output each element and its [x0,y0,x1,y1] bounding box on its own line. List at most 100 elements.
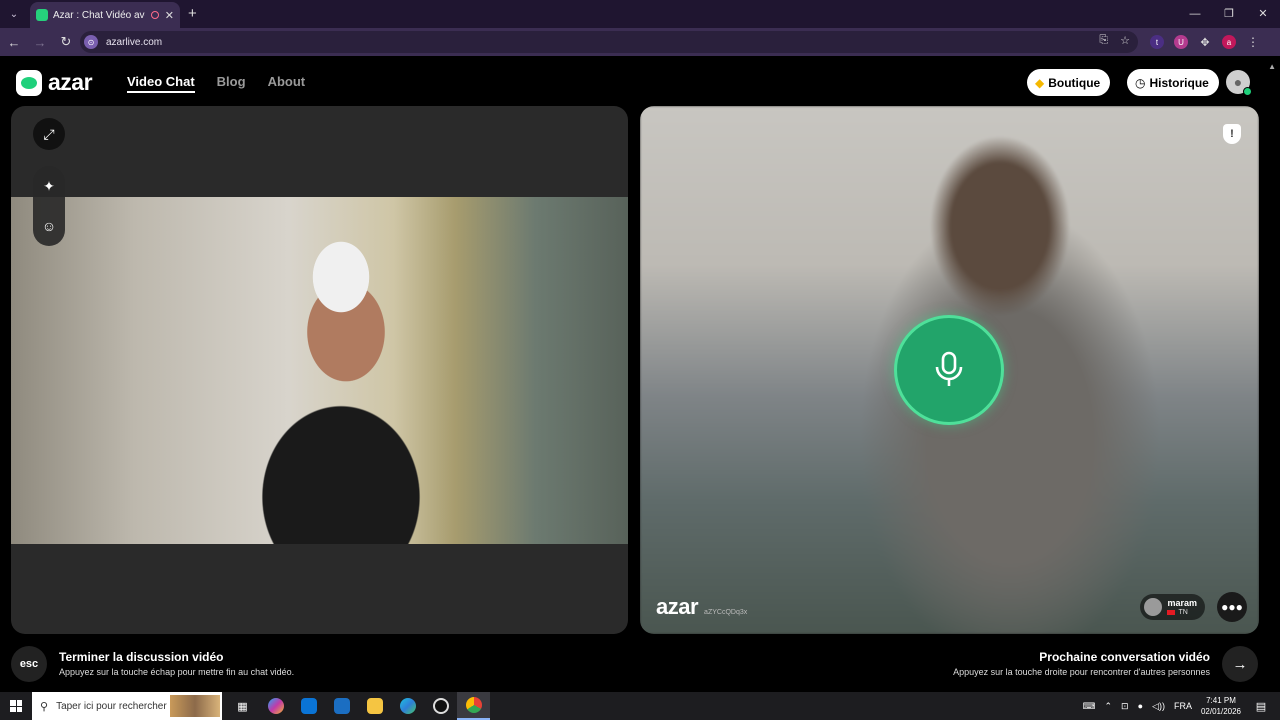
extension-u-icon[interactable]: U [1174,35,1188,49]
next-chat-title: Prochaine conversation vidéo [1039,650,1210,664]
next-chat-button[interactable]: → [1222,646,1258,682]
edge-icon [399,698,416,714]
recorder-icon [432,698,449,714]
nav-blog[interactable]: Blog [217,74,246,93]
peer-video-panel: ! azar aZYCcQDq3x maram TN ●●● [640,106,1259,634]
search-highlight-image [170,695,220,717]
sparkle-effects-icon[interactable]: ✦ [43,178,55,195]
end-chat-hint: Appuyez sur la touche échap pour mettre … [59,667,295,677]
watermark-id: aZYCcQDq3x [704,609,748,616]
taskbar-edge[interactable] [391,692,424,720]
end-chat-title: Terminer la discussion vidéo [59,650,224,664]
historique-button[interactable]: ◷ Historique [1127,69,1219,96]
taskbar-recorder[interactable] [424,692,457,720]
azar-favicon-icon [36,9,48,21]
search-placeholder: Taper ici pour rechercher [56,700,167,712]
azar-page: azar Video Chat Blog About ◆ Boutique ◷ … [0,56,1280,692]
online-status-dot [1243,87,1252,96]
chat-button[interactable]: ●●● [1217,592,1247,622]
peer-name: maram [1167,597,1197,608]
copilot-icon [267,698,284,714]
boutique-label: Boutique [1048,75,1101,90]
chat-bubble-icon: ●●● [1221,600,1243,614]
user-icon: ● [1233,74,1243,90]
tunisia-flag-icon [1167,609,1176,615]
face-filter-icon[interactable]: ☺ [42,218,56,234]
nav-about[interactable]: About [268,74,306,93]
windows-taskbar: ⚲ Taper ici pour rechercher ▦ ⌨ ⌃ ⊡ ● ◁)… [0,692,1280,720]
self-camera-feed [11,197,628,544]
chrome-icon [465,697,482,713]
mail-icon [333,698,350,714]
task-view-button[interactable]: ▦ [226,692,259,720]
address-bar[interactable]: ⊙ azarlive.com ⎘ ☆ [80,31,1138,53]
arrow-right-icon: → [1232,655,1248,673]
logo-text: azar [48,69,93,95]
microphone-tray-icon[interactable]: ● [1138,701,1143,711]
site-info-icon[interactable]: ⊙ [84,35,98,49]
taskbar-store[interactable] [292,692,325,720]
close-window-button[interactable]: ✕ [1246,0,1280,28]
taskbar-search[interactable]: ⚲ Taper ici pour rechercher [32,692,222,720]
start-button[interactable] [0,692,32,720]
browser-tab[interactable]: Azar : Chat Vidéo avec de n ✕ [30,2,180,28]
microphone-icon [935,351,963,386]
keyboard-layout-icon[interactable]: ⌨ [1083,701,1096,712]
clock-date: 02/01/2026 [1200,707,1241,716]
boutique-button[interactable]: ◆ Boutique [1027,69,1111,96]
gem-icon: ◆ [1035,75,1045,90]
volume-icon[interactable]: ◁)) [1152,701,1165,712]
self-video-panel: ⤢ ✦ ☺ [11,106,628,634]
new-tab-button[interactable]: + [188,5,197,22]
taskbar-outlook[interactable] [325,692,358,720]
expand-button[interactable]: ⤢ [33,118,65,150]
reload-button[interactable]: ↻ [54,34,78,50]
nav-video-chat[interactable]: Video Chat [127,74,195,93]
browser-tab-bar: ⌄ Azar : Chat Vidéo avec de n ✕ + — ❐ ✕ [0,0,1280,28]
historique-label: Historique [1149,75,1209,90]
bookmark-star-icon[interactable]: ☆ [1120,34,1130,47]
taskbar-copilot[interactable] [259,692,292,720]
peer-profile-tag[interactable]: maram TN [1140,594,1205,620]
taskbar-explorer[interactable] [358,692,391,720]
esc-key-button[interactable]: esc [11,646,47,682]
peer-country: TN [1167,608,1197,617]
clock[interactable]: 7:41 PM 02/01/2026 [1201,695,1241,717]
tab-close-icon[interactable]: ✕ [165,9,174,22]
language-indicator[interactable]: FRA [1174,701,1192,711]
extension-t-icon[interactable]: t [1150,35,1164,49]
tab-title: Azar : Chat Vidéo avec de n [53,9,145,21]
minimize-button[interactable]: — [1178,0,1212,28]
peer-avatar [1144,598,1163,616]
forward-button[interactable]: → [28,35,52,50]
store-icon [300,698,317,714]
browser-menu-icon[interactable]: ⋮ [1246,35,1260,49]
network-icon[interactable]: ⊡ [1121,701,1129,712]
window-controls: — ❐ ✕ [1178,0,1280,28]
azar-logo[interactable]: azar [16,69,93,96]
extensions-puzzle-icon[interactable]: ✥ [1198,35,1212,49]
main-nav: Video Chat Blog About [127,74,305,93]
restore-button[interactable]: ❐ [1212,0,1246,28]
folder-icon [366,698,383,714]
user-avatar[interactable]: ● [1226,70,1252,96]
taskbar-chrome[interactable] [457,692,490,720]
report-shield-icon[interactable]: ! [1223,124,1241,144]
clock-time: 7:41 PM [1206,696,1236,705]
profile-avatar-icon[interactable]: a [1222,35,1236,49]
back-button[interactable]: ← [2,35,26,50]
taskbar-apps: ▦ [226,692,490,720]
browser-toolbar: ← → ↻ ⊙ azarlive.com ⎘ ☆ t U ✥ a ⋮ [0,28,1280,56]
scrollbar-up-arrow[interactable]: ▲ [1268,62,1276,71]
microphone-button[interactable] [894,315,1004,425]
next-chat-hint: Appuyez sur la touche droite pour rencon… [953,667,1210,677]
search-icon: ⚲ [40,700,49,713]
windows-logo-icon [10,700,22,712]
task-view-icon: ▦ [237,700,248,713]
tab-search-icon[interactable]: ⌄ [0,0,28,28]
tray-overflow-icon[interactable]: ⌃ [1105,701,1113,712]
notification-center-icon[interactable]: ▤ [1251,700,1271,713]
watermark-logo: azar [656,594,699,619]
install-app-icon[interactable]: ⎘ [1099,34,1108,47]
clock-icon: ◷ [1135,75,1146,90]
